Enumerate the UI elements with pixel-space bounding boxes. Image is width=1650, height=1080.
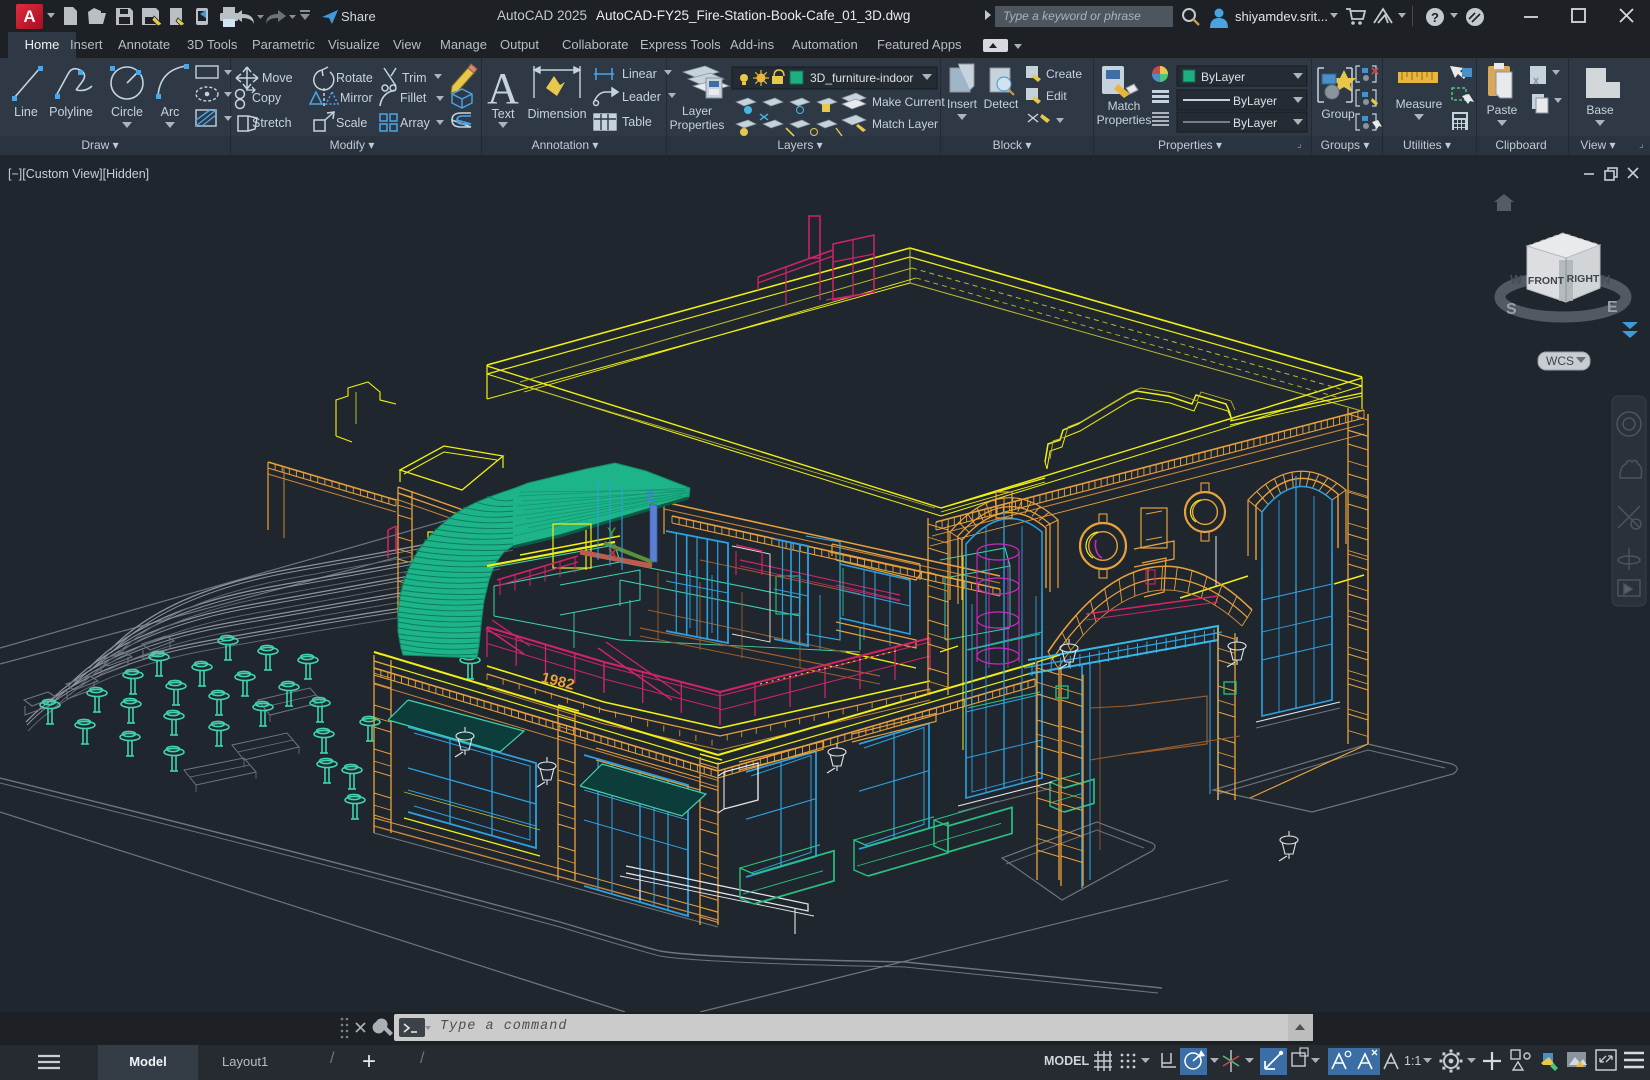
svg-text:Trim: Trim (402, 71, 427, 85)
svg-text:Copy: Copy (252, 91, 282, 105)
svg-text:Dimension: Dimension (527, 107, 586, 121)
svg-text:E: E (1607, 299, 1618, 316)
svg-text:Arc: Arc (161, 105, 180, 119)
svg-text:Linear: Linear (622, 67, 657, 81)
svg-text:FRONT: FRONT (1528, 275, 1565, 287)
svg-text:Make Current: Make Current (872, 95, 945, 109)
svg-text:RIGHT: RIGHT (1567, 273, 1600, 285)
svg-text:Properties: Properties (1097, 113, 1152, 127)
svg-text:Mirror: Mirror (340, 91, 373, 105)
svg-text:Properties: Properties (670, 118, 725, 132)
svg-text:Paste: Paste (1487, 103, 1518, 117)
svg-text:Layer: Layer (682, 104, 712, 118)
svg-text:Detect: Detect (984, 97, 1019, 111)
svg-text:S: S (1506, 301, 1517, 318)
svg-text:A: A (487, 64, 519, 113)
svg-text:Create: Create (1046, 67, 1082, 81)
svg-text:Group: Group (1321, 107, 1355, 121)
svg-text:MODEL: MODEL (1044, 1054, 1090, 1068)
svg-text:Edit: Edit (1046, 89, 1067, 103)
svg-text:Move: Move (262, 71, 293, 85)
svg-text:Text: Text (492, 107, 515, 121)
svg-text:1:1: 1:1 (1404, 1054, 1421, 1068)
svg-text:Rotate: Rotate (336, 71, 373, 85)
svg-text:Fillet: Fillet (400, 91, 427, 105)
svg-text:Scale: Scale (336, 116, 367, 130)
svg-text:Y: Y (607, 524, 617, 540)
svg-text:Circle: Circle (111, 105, 143, 119)
svg-text:Polyline: Polyline (49, 105, 93, 119)
svg-text:N: N (1601, 272, 1610, 287)
svg-text:Z: Z (646, 488, 655, 504)
svg-text:Insert: Insert (947, 97, 978, 111)
svg-text:ByLayer: ByLayer (1233, 116, 1277, 130)
svg-text:ByLayer: ByLayer (1233, 94, 1277, 108)
svg-text:3D_furniture-indoor: 3D_furniture-indoor (810, 71, 913, 85)
svg-text:W: W (1510, 272, 1523, 287)
svg-text:Match: Match (1108, 99, 1141, 113)
svg-text:ByLayer: ByLayer (1201, 70, 1245, 84)
svg-text:Base: Base (1586, 103, 1614, 117)
svg-text:?: ? (1431, 10, 1439, 25)
svg-text:Stretch: Stretch (252, 116, 292, 130)
svg-text:1982: 1982 (540, 669, 576, 694)
svg-text:Match Layer: Match Layer (872, 117, 938, 131)
svg-text:Leader: Leader (622, 90, 661, 104)
svg-text:Array: Array (400, 116, 431, 130)
svg-text:Table: Table (622, 115, 652, 129)
svg-text:WCS: WCS (1546, 354, 1574, 368)
svg-text:[−][Custom View][Hidden]: [−][Custom View][Hidden] (8, 167, 149, 181)
svg-text:Measure: Measure (1396, 97, 1443, 111)
svg-text:Line: Line (14, 105, 38, 119)
